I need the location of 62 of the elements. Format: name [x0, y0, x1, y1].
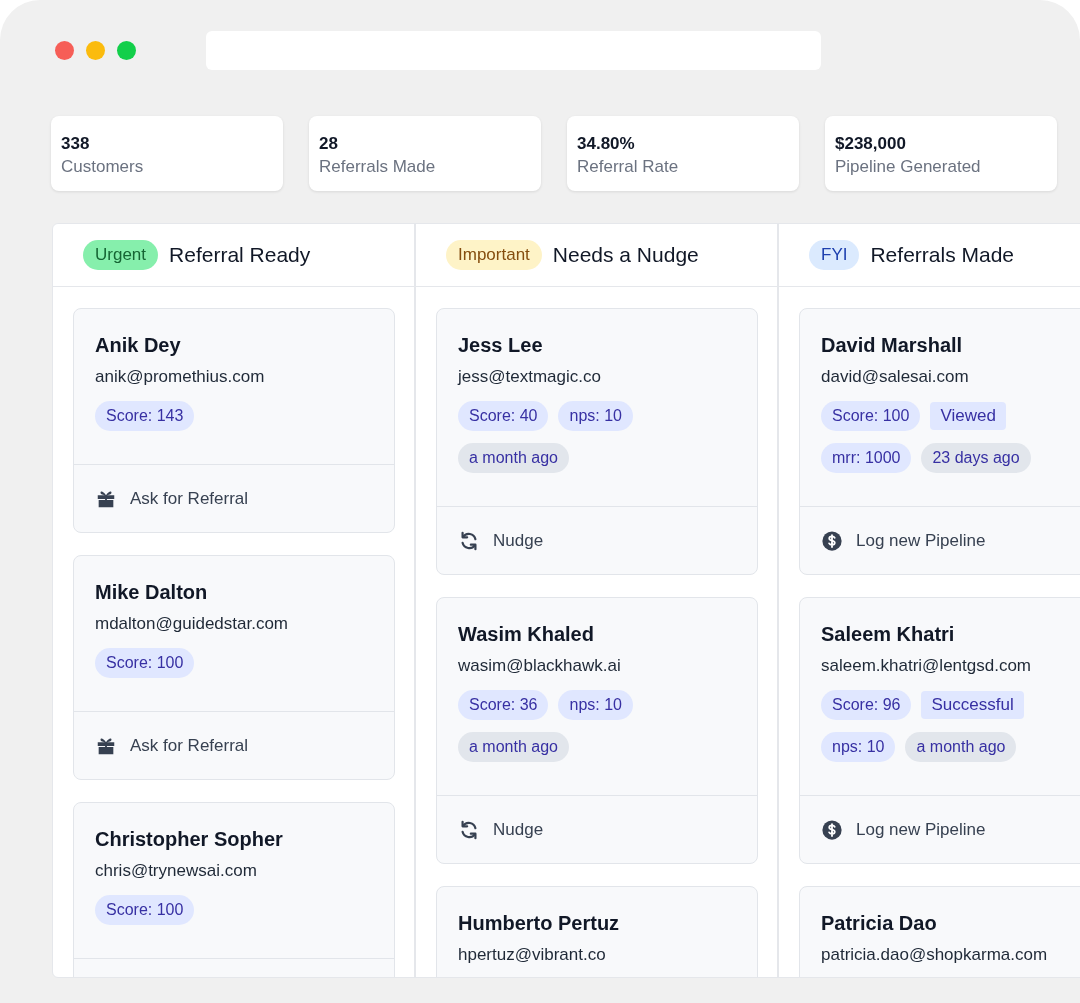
- contact-name: Christopher Sopher: [95, 827, 284, 852]
- contact-email: patricia.dao@shopkarma.com: [821, 944, 1049, 966]
- priority-badge: Important: [446, 240, 542, 270]
- contact-name: David Marshall: [821, 333, 964, 358]
- contact-email: mdalton@guidedstar.com: [95, 613, 290, 635]
- metric-tag: nps: 10: [558, 401, 633, 431]
- card-action-button[interactable]: Nudge: [458, 818, 544, 841]
- dollar-coin-icon: [821, 818, 843, 841]
- refresh-icon: [458, 818, 480, 841]
- contact-name: Wasim Khaled: [458, 622, 595, 647]
- contact-name: Anik Dey: [95, 333, 182, 358]
- card-action-button[interactable]: Log new Pipeline: [821, 818, 986, 841]
- window-maximize-dot[interactable]: [117, 40, 136, 60]
- stat-value: 338: [61, 133, 91, 155]
- column-title: Needs a Nudge: [552, 243, 699, 267]
- metric-tag: Score: 143: [95, 401, 195, 431]
- stat-label: Customers: [61, 156, 145, 178]
- contact-email: david@salesai.com: [821, 366, 970, 388]
- priority-badge: FYI: [809, 240, 860, 270]
- metric-tag: nps: 10: [558, 690, 633, 720]
- contact-email: wasim@blackhawk.ai: [458, 655, 622, 677]
- time-tag: a month ago: [905, 732, 1017, 762]
- time-tag: a month ago: [458, 443, 569, 473]
- stat-value: 34.80%: [577, 133, 636, 155]
- stat-label: Pipeline Generated: [835, 156, 982, 178]
- metric-tag: Score: 36: [458, 690, 549, 720]
- metric-tag: Score: 40: [458, 401, 549, 431]
- card-action-button[interactable]: Nudge: [458, 529, 544, 552]
- dollar-coin-icon: [821, 529, 843, 552]
- window-minimize-dot[interactable]: [86, 40, 105, 60]
- metric-tag: Score: 96: [821, 690, 912, 720]
- metric-tag: Score: 100: [821, 401, 921, 431]
- card-action-button[interactable]: Ask for Referral: [95, 734, 249, 757]
- contact-name: Humberto Pertuz: [458, 911, 621, 936]
- contact-email: saleem.khatri@lentgsd.com: [821, 655, 1032, 677]
- contact-name: Jess Lee: [458, 333, 544, 358]
- contact-email: hpertuz@vibrant.co: [458, 944, 607, 966]
- metric-tag: Score: 100: [95, 895, 195, 925]
- contact-name: Patricia Dao: [821, 911, 938, 936]
- contact-email: chris@trynewsai.com: [95, 860, 258, 882]
- priority-badge: Urgent: [83, 240, 159, 270]
- refresh-icon: [458, 529, 480, 552]
- status-tag: Viewed: [930, 402, 1006, 430]
- status-tag: Successful: [921, 691, 1024, 719]
- card-action-button[interactable]: Ask for Referral: [95, 487, 249, 510]
- time-tag: a month ago: [458, 732, 569, 762]
- stat-label: Referrals Made: [319, 156, 437, 178]
- contact-name: Mike Dalton: [95, 580, 209, 605]
- stat-value: 28: [319, 133, 339, 155]
- metric-tag: nps: 10: [821, 732, 896, 762]
- metric-tag: Score: 100: [95, 648, 195, 678]
- card-action-button[interactable]: Log new Pipeline: [821, 529, 986, 552]
- column-title: Referrals Made: [870, 243, 1014, 267]
- time-tag: 23 days ago: [921, 443, 1031, 473]
- stat-label: Referral Rate: [577, 156, 680, 178]
- metric-tag: mrr: 1000: [821, 443, 912, 473]
- contact-email: jess@textmagic.co: [458, 366, 602, 388]
- column-title: Referral Ready: [169, 243, 311, 267]
- window-close-dot[interactable]: [55, 40, 74, 60]
- stat-value: $238,000: [835, 133, 907, 155]
- contact-name: Saleem Khatri: [821, 622, 956, 647]
- contact-email: anik@promethius.com: [95, 366, 266, 388]
